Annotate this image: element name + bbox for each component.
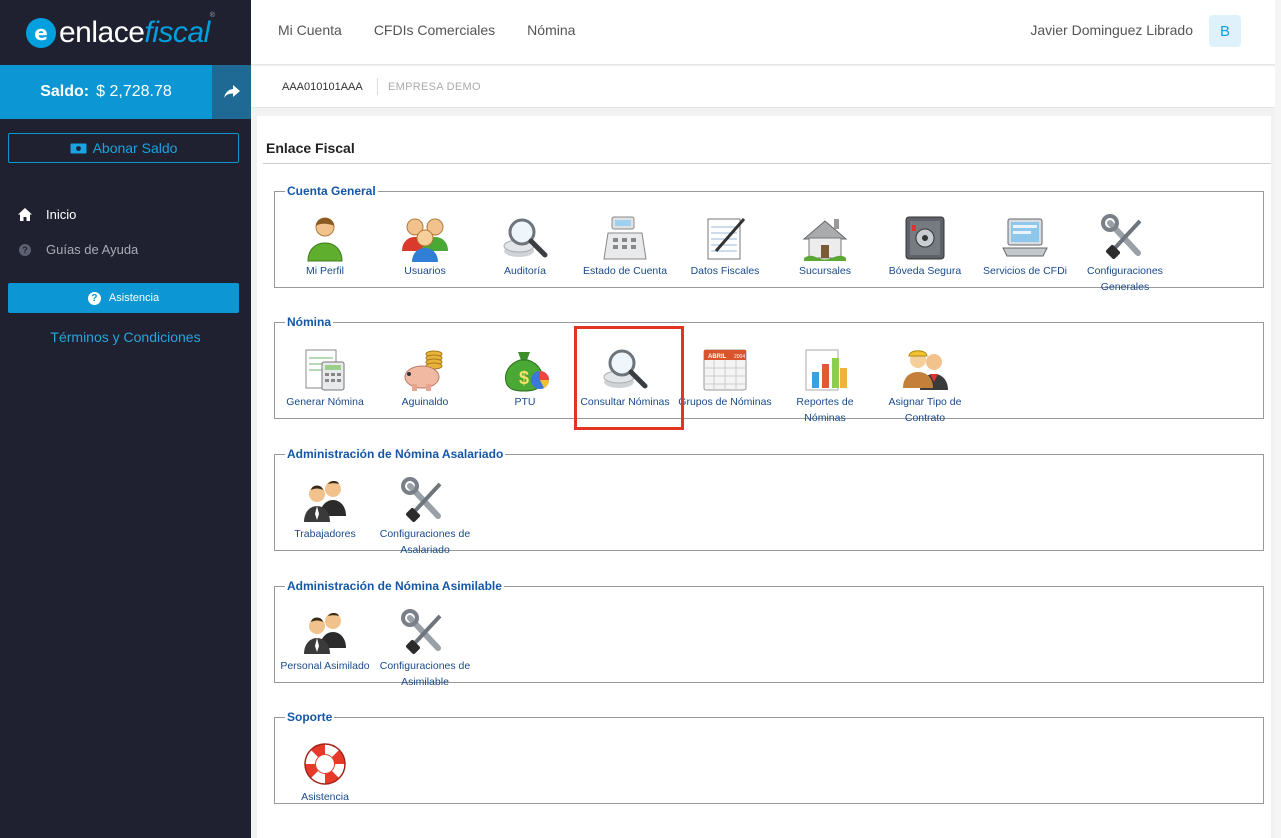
svg-text:ABRIL: ABRIL xyxy=(708,354,727,360)
people-icon xyxy=(304,613,346,654)
topnav-cfdis-comerciales[interactable]: CFDIs Comerciales xyxy=(374,22,495,38)
section-soporte: Soporte Asistencia xyxy=(274,710,1264,804)
section-title: Cuenta General xyxy=(287,184,376,198)
svg-text:$: $ xyxy=(519,368,529,388)
tools-icon xyxy=(401,609,442,654)
company-rfc: AAA010101AAA xyxy=(282,81,363,93)
abonar-saldo-button[interactable]: Abonar Saldo xyxy=(8,133,239,163)
divider xyxy=(263,163,1271,164)
content-panel: Enlace Fiscal Cuenta General Mi Perfil U… xyxy=(257,116,1271,838)
top-nav: Mi Cuenta CFDIs Comerciales Nómina xyxy=(278,22,575,38)
piggy-bank-icon xyxy=(404,350,443,391)
section-title: Administración de Nómina Asalariado xyxy=(287,447,504,461)
workers-icon xyxy=(903,350,948,390)
sidebar-item-inicio[interactable]: Inicio xyxy=(18,203,138,226)
lifebuoy-icon xyxy=(304,743,346,785)
question-icon: ? xyxy=(87,291,101,305)
magnifier-icon xyxy=(603,349,648,389)
abonar-saldo-label: Abonar Saldo xyxy=(92,140,178,156)
user-name[interactable]: Javier Dominguez Librado xyxy=(1030,22,1193,38)
asistencia-button[interactable]: ? Asistencia xyxy=(8,283,239,313)
topnav-nomina[interactable]: Nómina xyxy=(527,22,575,38)
notepad-icon xyxy=(707,218,746,260)
trademark: ® xyxy=(209,12,215,19)
company-name: EMPRESA DEMO xyxy=(388,81,481,93)
logo-prefix: enlace xyxy=(59,15,145,49)
item-configuraciones-generales[interactable]: Configuraciones Generales xyxy=(1075,213,1175,295)
balance-display: Saldo: $ 2,728.78 xyxy=(0,65,212,119)
brand-logo[interactable]: e enlacefiscal ® xyxy=(0,0,251,65)
divider xyxy=(377,78,378,95)
balance-bar: Saldo: $ 2,728.78 xyxy=(0,65,251,119)
money-bag-icon: $ xyxy=(505,352,549,392)
house-icon xyxy=(802,219,848,261)
item-auditoria[interactable]: Auditoría xyxy=(475,213,575,295)
item-asistencia[interactable]: Asistencia xyxy=(275,739,375,805)
calculator-icon xyxy=(305,349,345,391)
share-button[interactable] xyxy=(212,65,251,119)
avatar[interactable]: B xyxy=(1209,15,1241,47)
home-icon xyxy=(18,208,32,221)
laptop-icon xyxy=(1002,218,1048,257)
item-usuarios[interactable]: Usuarios xyxy=(375,213,475,295)
item-aguinaldo[interactable]: Aguinaldo xyxy=(375,344,475,426)
item-mi-perfil[interactable]: Mi Perfil xyxy=(275,213,375,295)
section-cuenta-general: Cuenta General Mi Perfil Usuarios Audito… xyxy=(274,184,1264,293)
section-title: Administración de Nómina Asimilable xyxy=(287,579,502,593)
tools-icon xyxy=(401,477,442,522)
tools-icon xyxy=(1101,214,1142,259)
bar-chart-icon xyxy=(805,349,847,391)
item-sucursales[interactable]: Sucursales xyxy=(775,213,875,295)
scrollbar[interactable] xyxy=(1275,0,1281,838)
logo-suffix: fiscal xyxy=(144,15,210,49)
logo-mark-icon: e xyxy=(26,17,56,48)
share-arrow-icon xyxy=(223,85,240,98)
people-icon xyxy=(304,481,346,522)
money-icon xyxy=(70,143,87,153)
terminos-link[interactable]: Términos y Condiciones xyxy=(0,329,251,345)
sidebar-item-label: Guías de Ayuda xyxy=(46,242,139,257)
svg-text:?: ? xyxy=(22,245,28,255)
item-reportes-de-nominas[interactable]: Reportes de Nóminas xyxy=(775,344,875,426)
balance-amount: $ 2,728.78 xyxy=(96,83,172,100)
company-bar: AAA010101AAA EMPRESA DEMO xyxy=(251,66,1275,108)
sidebar-item-guias[interactable]: ? Guías de Ayuda xyxy=(18,238,138,261)
safe-icon xyxy=(905,216,945,260)
item-trabajadores[interactable]: Trabajadores xyxy=(275,476,375,558)
balance-label: Saldo: xyxy=(40,83,90,100)
asistencia-label: Asistencia xyxy=(108,292,160,304)
top-bar: Mi Cuenta CFDIs Comerciales Nómina Javie… xyxy=(251,0,1275,65)
item-ptu[interactable]: $ PTU xyxy=(475,344,575,426)
main-content: Enlace Fiscal Cuenta General Mi Perfil U… xyxy=(251,108,1275,838)
users-icon xyxy=(402,218,448,262)
item-consultar-nominas[interactable]: Consultar Nóminas xyxy=(575,344,675,426)
item-configuraciones-de-asimilable[interactable]: Configuraciones de Asimilable xyxy=(375,608,475,690)
item-datos-fiscales[interactable]: Datos Fiscales xyxy=(675,213,775,295)
item-estado-de-cuenta[interactable]: Estado de Cuenta xyxy=(575,213,675,295)
section-nomina-asimilable: Administración de Nómina Asimilable Pers… xyxy=(274,579,1264,688)
item-configuraciones-de-asalariado[interactable]: Configuraciones de Asalariado xyxy=(375,476,475,558)
magnifier-icon xyxy=(503,218,548,258)
calendar-icon: ABRIL 2004 xyxy=(703,349,747,391)
sidebar-item-label: Inicio xyxy=(46,207,77,222)
section-nomina: Nómina Generar Nómina Aguinaldo $ PTU Con… xyxy=(274,315,1264,424)
item-generar-nomina[interactable]: Generar Nómina xyxy=(275,344,375,426)
item-boveda-segura[interactable]: Bóveda Segura xyxy=(875,213,975,295)
section-title: Nómina xyxy=(287,315,332,329)
topnav-mi-cuenta[interactable]: Mi Cuenta xyxy=(278,22,342,38)
cash-register-icon xyxy=(603,216,647,260)
sidebar-nav: Inicio ? Guías de Ayuda xyxy=(18,203,138,273)
section-title: Soporte xyxy=(287,710,333,724)
item-servicios-de-cfdi[interactable]: Servicios de CFDi xyxy=(975,213,1075,295)
item-personal-asimilado[interactable]: Personal Asimilado xyxy=(275,608,375,690)
item-grupos-de-nominas[interactable]: ABRIL 2004 Grupos de Nóminas xyxy=(675,344,775,426)
svg-text:2004: 2004 xyxy=(734,354,745,360)
item-asignar-tipo-de-contrato[interactable]: Asignar Tipo de Contrato xyxy=(875,344,975,426)
help-circle-icon: ? xyxy=(18,243,32,256)
sidebar: e enlacefiscal ® Saldo: $ 2,728.78 Abona… xyxy=(0,0,251,838)
page-title: Enlace Fiscal xyxy=(266,140,355,156)
section-nomina-asalariado: Administración de Nómina Asalariado Trab… xyxy=(274,447,1264,556)
user-icon xyxy=(307,217,343,262)
